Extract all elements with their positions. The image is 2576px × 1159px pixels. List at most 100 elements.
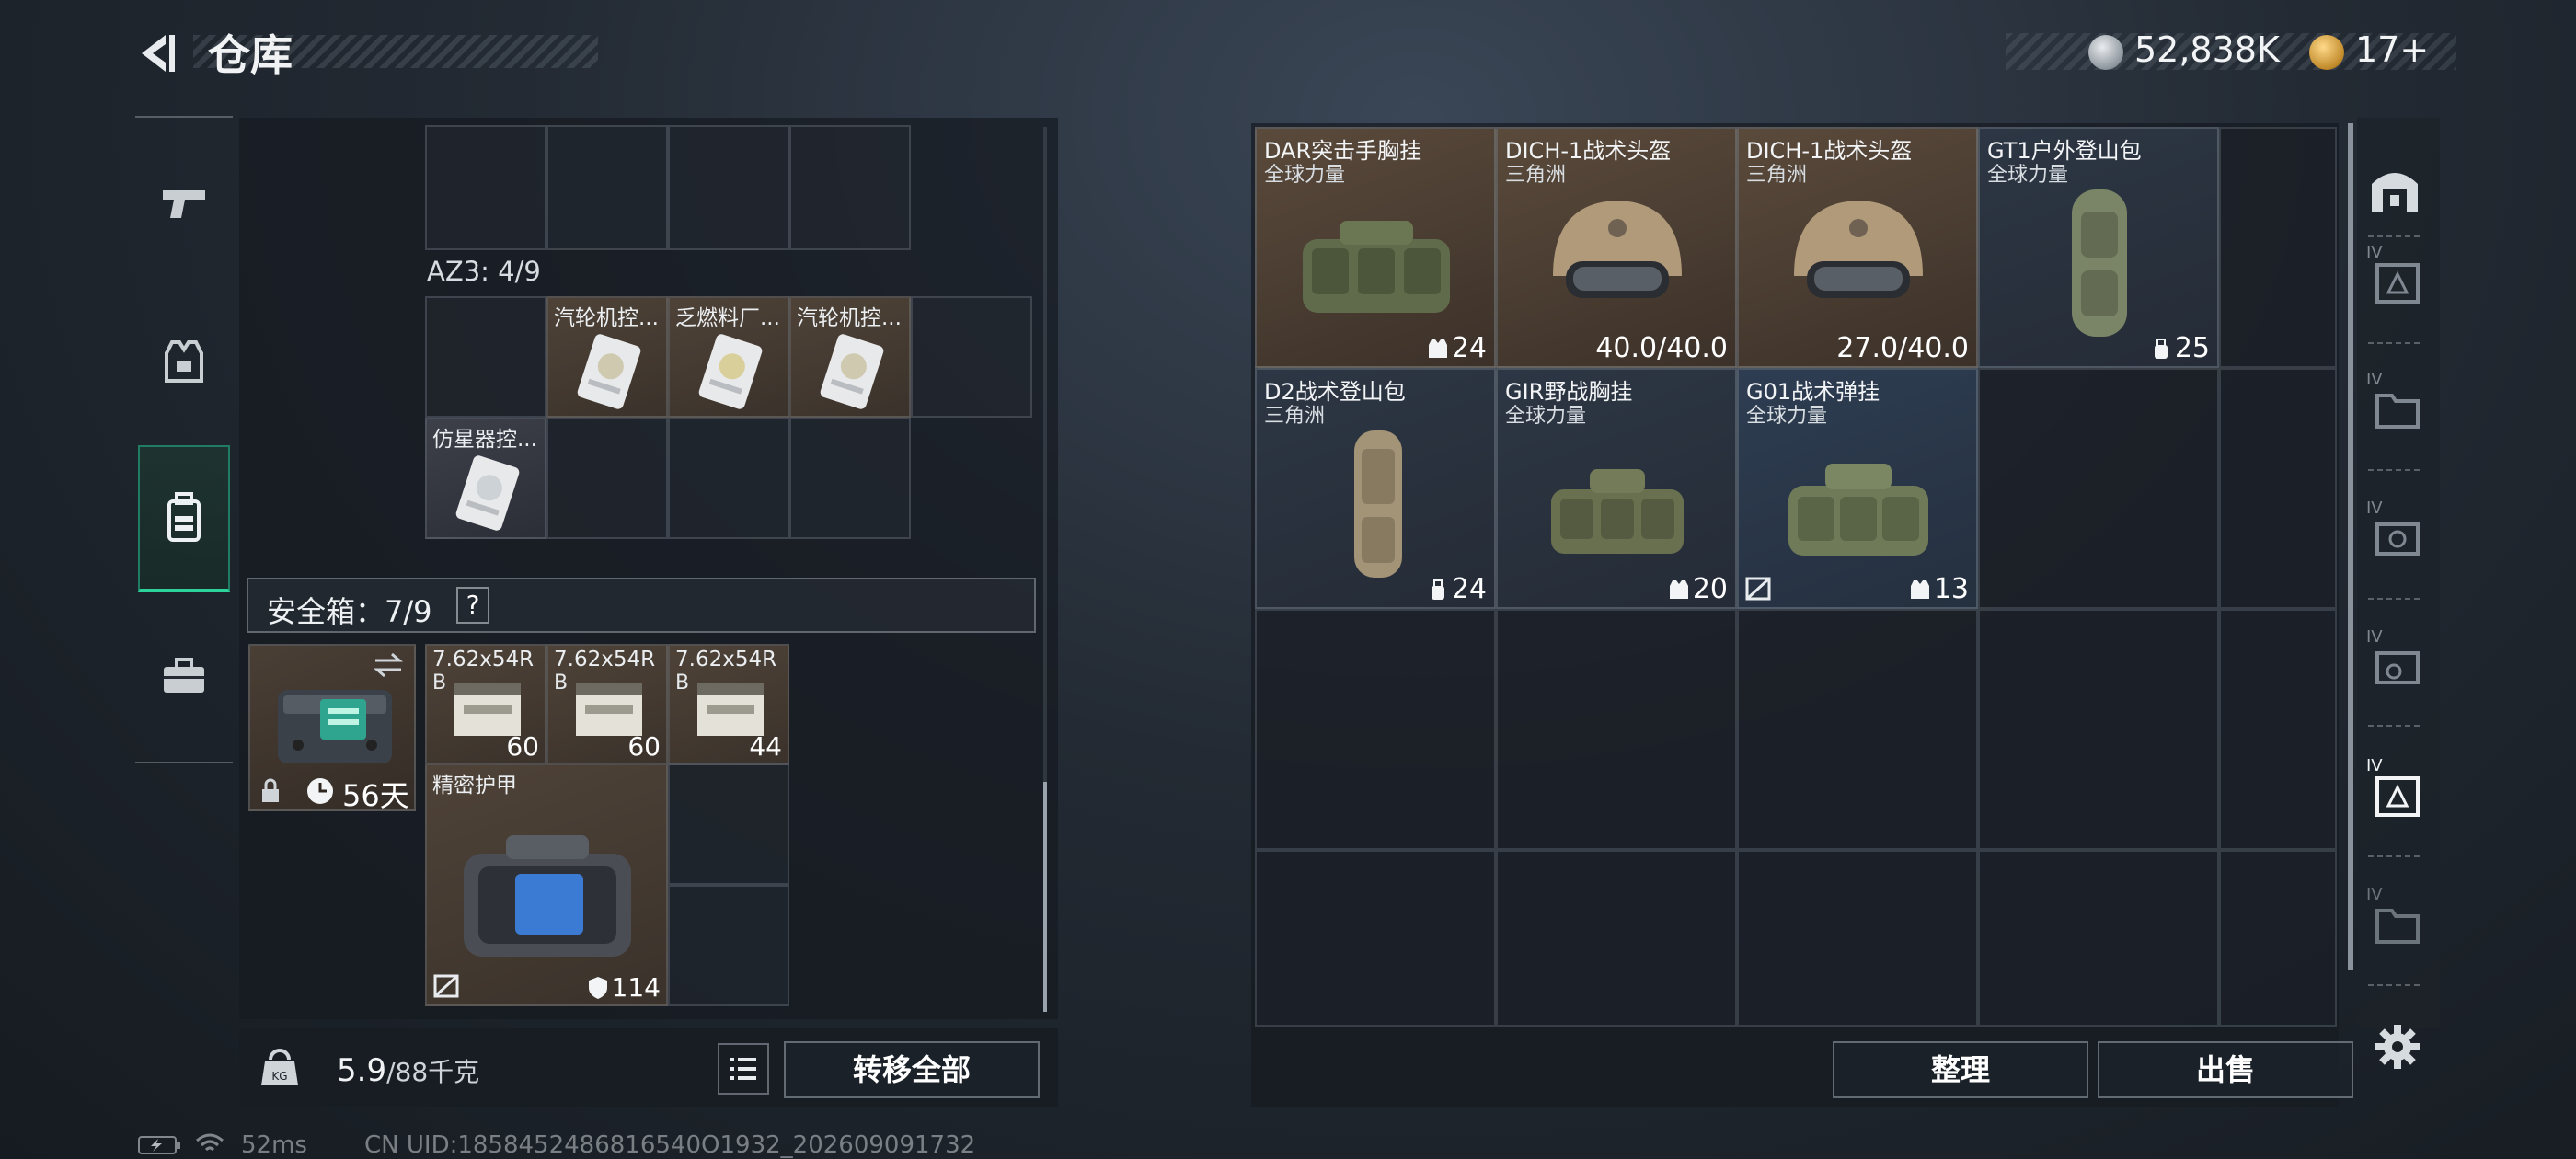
settings-button[interactable] — [2372, 1021, 2423, 1073]
empty-slot[interactable] — [2219, 368, 2337, 609]
swap-icon[interactable] — [372, 651, 405, 679]
ammo-item[interactable]: 7.62x54R B 44 — [668, 644, 789, 765]
sort-button[interactable]: 整理 — [1833, 1041, 2088, 1098]
chest-rig-item[interactable]: GIR野战胸挂 全球力量 20 — [1496, 368, 1737, 609]
user-id: CN UID:1858452486816540O1932_20260909173… — [364, 1131, 976, 1159]
inventory-scroll-thumb[interactable] — [1043, 782, 1047, 1012]
vest-icon — [165, 340, 203, 383]
keycard-item[interactable]: 乏燃料厂... — [668, 296, 789, 418]
silver-coin-icon — [2088, 35, 2123, 70]
item-name: 7.62x54R — [554, 648, 656, 671]
help-button[interactable]: ? — [456, 587, 489, 624]
empty-slot[interactable] — [425, 125, 546, 250]
empty-slot[interactable] — [1496, 850, 1737, 1027]
gold-balance[interactable]: 17+ — [2355, 29, 2429, 70]
no-repair-icon — [1745, 577, 1771, 601]
item-subname: B — [432, 671, 447, 694]
nav-backpack[interactable] — [138, 445, 230, 592]
empty-slot[interactable] — [911, 296, 1032, 418]
empty-slot[interactable] — [1255, 609, 1496, 850]
keycard-item[interactable]: 汽轮机控... — [546, 296, 668, 418]
transfer-all-button[interactable]: 转移全部 — [784, 1041, 1040, 1098]
tab-all-storage[interactable] — [2363, 156, 2427, 230]
vest-capacity-icon — [1910, 580, 1929, 599]
weight-current: 5.9 — [337, 1052, 387, 1089]
battery-icon — [138, 1136, 180, 1154]
helmet-item[interactable]: DICH-1战术头盔 三角洲 27.0/40.0 — [1737, 127, 1978, 368]
empty-slot[interactable] — [425, 296, 546, 418]
ammo-item[interactable]: 7.62x54R B 60 — [546, 644, 668, 765]
backpack-item[interactable]: GT1户外登山包 全球力量 25 — [1978, 127, 2219, 368]
svg-text:KG: KG — [271, 1070, 287, 1083]
empty-slot[interactable] — [1978, 609, 2219, 850]
nav-case[interactable] — [138, 607, 230, 745]
wifi-icon — [196, 1133, 224, 1152]
back-button[interactable] — [129, 26, 184, 81]
empty-slot[interactable] — [546, 418, 668, 539]
safe-box-icon — [278, 690, 392, 763]
briefcase-icon — [164, 658, 204, 693]
keycard-item[interactable]: 汽轮机控... — [789, 296, 911, 418]
weight-value: 5.9/88千克 — [337, 1052, 479, 1089]
ping-display: 52ms — [241, 1131, 307, 1159]
lock-icon — [262, 778, 279, 802]
item-durability: 40.0/40.0 — [1595, 332, 1728, 364]
empty-slot[interactable] — [1496, 609, 1737, 850]
empty-slot[interactable] — [668, 418, 789, 539]
tab-divider — [2368, 855, 2423, 857]
backpack-capacity-icon — [1431, 579, 1444, 600]
list-view-button[interactable] — [718, 1043, 769, 1095]
empty-slot[interactable] — [1737, 609, 1978, 850]
keycard-icon — [698, 334, 763, 409]
warehouse-scrollbar[interactable] — [2348, 123, 2353, 970]
storage-expansion-icon — [2375, 263, 2420, 304]
empty-slot[interactable] — [789, 125, 911, 250]
armor-item[interactable]: 精密护甲 114 — [425, 763, 668, 1006]
empty-slot[interactable] — [2219, 127, 2337, 368]
backpack-item[interactable]: D2战术登山包 三角洲 24 — [1255, 368, 1496, 609]
tab-divider — [2368, 984, 2423, 986]
camera-icon — [2375, 522, 2420, 556]
backpack-icon — [167, 492, 201, 542]
item-subname: B — [675, 671, 690, 694]
empty-slot[interactable] — [668, 125, 789, 250]
item-capacity: 24 — [1428, 332, 1487, 364]
no-repair-icon — [433, 974, 459, 998]
item-name: 精密护甲 — [432, 774, 517, 798]
sell-button[interactable]: 出售 — [2098, 1041, 2353, 1098]
empty-slot[interactable] — [1978, 368, 2219, 609]
empty-slot[interactable] — [668, 885, 789, 1006]
item-name: 7.62x54R — [675, 648, 777, 671]
item-quantity: 44 — [749, 731, 782, 762]
tab-storage-2[interactable]: IV — [2363, 368, 2427, 442]
item-durability: 114 — [588, 972, 661, 1003]
tab-storage-4[interactable]: IV — [2363, 625, 2427, 699]
tab-storage-5-active[interactable]: IV — [2363, 754, 2427, 828]
chest-rig-icon — [1303, 221, 1450, 313]
empty-slot[interactable] — [1737, 850, 1978, 1027]
empty-slot[interactable] — [668, 763, 789, 885]
gold-coin-icon — [2309, 35, 2344, 70]
empty-slot[interactable] — [2219, 609, 2337, 850]
ammo-item[interactable]: 7.62x54R B 60 — [425, 644, 546, 765]
empty-slot[interactable] — [789, 418, 911, 539]
capacity-value: 24 — [1451, 332, 1487, 364]
chest-rig-item[interactable]: DAR突击手胸挂 全球力量 24 — [1255, 127, 1496, 368]
nav-weapons[interactable] — [138, 134, 230, 272]
empty-slot[interactable] — [1255, 850, 1496, 1027]
empty-slot[interactable] — [2219, 850, 2337, 1027]
empty-slot[interactable] — [1978, 850, 2219, 1027]
tab-storage-1[interactable]: IV — [2363, 241, 2427, 315]
item-name: 仿星器控... — [432, 428, 537, 452]
helmet-icon — [1553, 201, 1682, 298]
tab-storage-3[interactable]: IV — [2363, 497, 2427, 570]
keycard-item[interactable]: 仿星器控... — [425, 418, 546, 539]
chest-rig-item[interactable]: G01战术弹挂 全球力量 13 — [1737, 368, 1978, 609]
item-quantity: 60 — [627, 731, 661, 762]
tab-storage-6[interactable]: IV — [2363, 883, 2427, 957]
empty-slot[interactable] — [546, 125, 668, 250]
nav-equipment[interactable] — [138, 293, 230, 430]
helmet-item[interactable]: DICH-1战术头盔 三角洲 40.0/40.0 — [1496, 127, 1737, 368]
vest-capacity-icon — [1669, 580, 1688, 599]
page-title: 仓库 — [208, 30, 293, 80]
